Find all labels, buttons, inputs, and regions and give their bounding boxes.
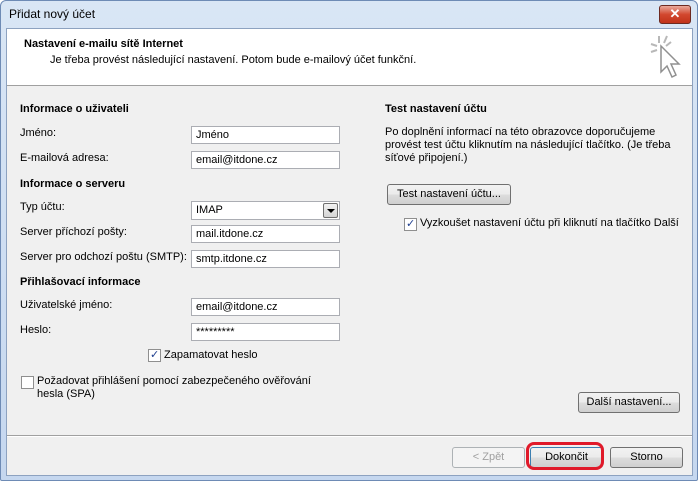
more-settings-button[interactable]: Další nastavení... <box>578 392 680 413</box>
cancel-button[interactable]: Storno <box>610 447 683 468</box>
header-panel: Nastavení e-mailu sítě Internet Je třeba… <box>7 29 692 86</box>
finish-highlight-annotation <box>526 442 604 470</box>
spa-checkbox[interactable] <box>21 376 34 389</box>
auto-test-checkbox[interactable] <box>404 217 417 231</box>
outgoing-server-input[interactable]: smtp.itdone.cz <box>191 250 340 268</box>
incoming-server-input[interactable]: mail.itdone.cz <box>191 225 340 243</box>
outgoing-server-label: Server pro odchozí poštu (SMTP): <box>20 251 187 263</box>
back-button[interactable]: < Zpět <box>452 447 525 468</box>
title-bar: Přidat nový účet ✕ <box>1 1 697 27</box>
remember-password-checkbox[interactable] <box>148 348 161 362</box>
close-button[interactable]: ✕ <box>659 5 691 24</box>
email-label: E-mailová adresa: <box>20 152 109 164</box>
footer-divider <box>7 435 692 437</box>
account-type-label: Typ účtu: <box>20 201 65 213</box>
section-server-info: Informace o serveru <box>20 178 126 190</box>
chevron-down-icon[interactable] <box>323 203 338 218</box>
password-input[interactable]: ********* <box>191 323 340 341</box>
remember-password-label: Zapamatovat heslo <box>164 349 258 361</box>
auto-test-label: Vyzkoušet nastavení účtu při kliknutí na… <box>420 217 679 229</box>
header-subtitle: Je třeba provést následující nastavení. … <box>50 54 417 66</box>
password-label: Heslo: <box>20 324 52 336</box>
account-type-select[interactable]: IMAP <box>191 201 340 220</box>
dialog-content: Nastavení e-mailu sítě Internet Je třeba… <box>6 28 693 476</box>
name-label: Jméno: <box>20 127 57 139</box>
incoming-server-label: Server příchozí pošty: <box>20 226 127 238</box>
section-user-info: Informace o uživateli <box>20 103 129 115</box>
cursor-click-icon <box>650 35 681 79</box>
account-type-value: IMAP <box>196 204 223 216</box>
test-account-button[interactable]: Test nastavení účtu... <box>387 184 511 205</box>
dialog-window: Přidat nový účet ✕ Nastavení e-mailu sít… <box>0 0 698 481</box>
name-input[interactable]: Jméno <box>191 126 340 144</box>
username-label: Uživatelské jméno: <box>20 299 113 311</box>
section-login-info: Přihlašovací informace <box>20 276 141 288</box>
username-input[interactable]: email@itdone.cz <box>191 298 340 316</box>
email-input[interactable]: email@itdone.cz <box>191 151 340 169</box>
test-description: Po doplnění informací na této obrazovce … <box>385 126 671 164</box>
spa-label: Požadovat přihlášení pomocí zabezpečenéh… <box>37 375 311 400</box>
section-test-settings: Test nastavení účtu <box>385 103 487 115</box>
header-title: Nastavení e-mailu sítě Internet <box>24 38 183 50</box>
window-title: Přidat nový účet <box>9 7 96 21</box>
